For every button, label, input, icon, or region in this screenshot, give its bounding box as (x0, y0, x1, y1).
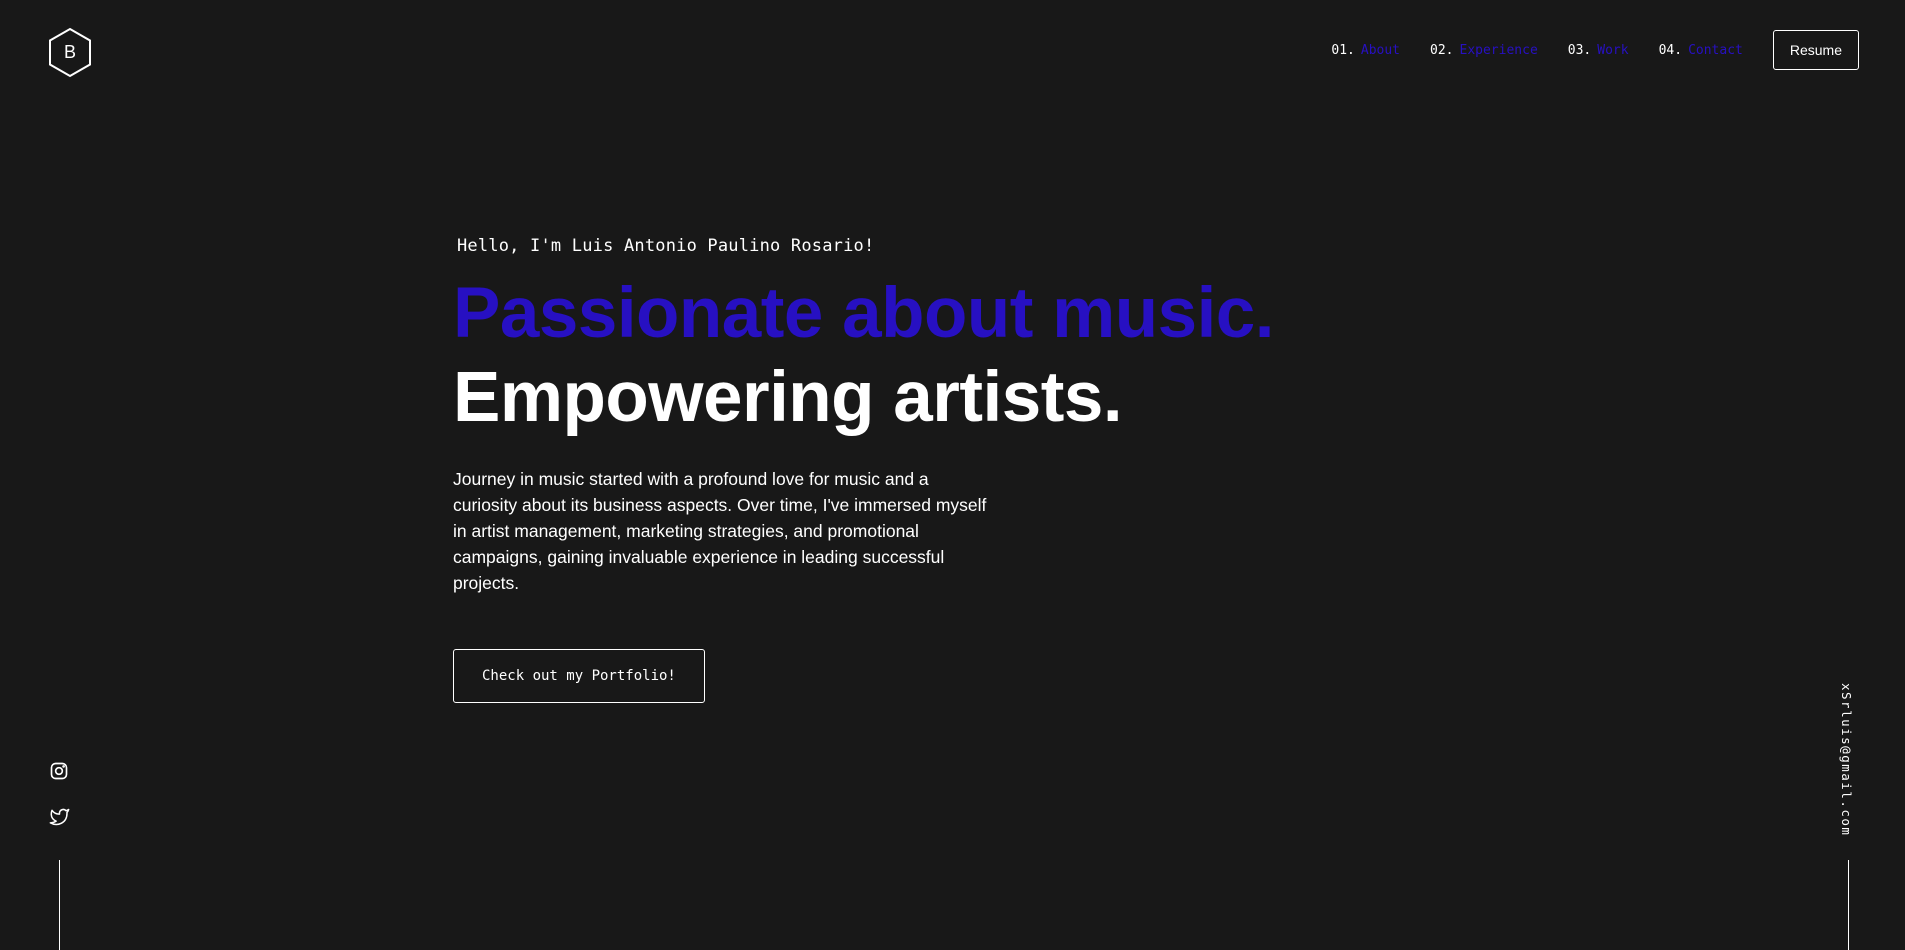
nav-item-number: 01. (1331, 42, 1355, 58)
left-vertical-line (59, 860, 60, 950)
page: B 01. About 02. Experience 03. Work 04. … (0, 0, 1905, 950)
nav-item-label: About (1360, 42, 1401, 58)
hero-section: Hello, I'm Luis Antonio Paulino Rosario!… (453, 236, 1353, 703)
right-vertical-line (1848, 860, 1849, 950)
resume-button[interactable]: Resume (1772, 30, 1859, 70)
nav-item-number: 04. (1658, 42, 1683, 58)
instagram-link[interactable] (48, 760, 70, 782)
headline-primary: Passionate about music. (453, 274, 1275, 353)
intro-paragraph: Journey in music started with a profound… (453, 469, 987, 593)
main-nav: 01. About 02. Experience 03. Work 04. Co… (1331, 30, 1859, 70)
instagram-icon (50, 762, 68, 780)
nav-item-contact[interactable]: 04. Contact (1659, 43, 1743, 58)
nav-item-work[interactable]: 03. Work (1568, 43, 1629, 58)
logo-letter: B (63, 42, 76, 62)
twitter-link[interactable] (48, 806, 70, 828)
logo[interactable]: B (47, 27, 93, 78)
nav-item-experience[interactable]: 02. Experience (1430, 43, 1538, 58)
nav-item-label: Contact (1688, 42, 1743, 58)
nav-item-label: Work (1597, 42, 1629, 58)
nav-item-about[interactable]: 01. About (1331, 43, 1400, 58)
email-link[interactable]: xSrluis@gmail.com (1839, 683, 1854, 836)
headline-secondary: Empowering artists. (453, 358, 1123, 437)
nav-item-number: 02. (1430, 42, 1454, 58)
nav-item-number: 03. (1567, 42, 1592, 58)
greeting: Hello, I'm Luis Antonio Paulino Rosario! (457, 236, 875, 256)
twitter-icon (49, 808, 69, 826)
social-links (48, 760, 70, 852)
nav-item-label: Experience (1459, 42, 1538, 58)
portfolio-button[interactable]: Check out my Portfolio! (453, 649, 705, 703)
